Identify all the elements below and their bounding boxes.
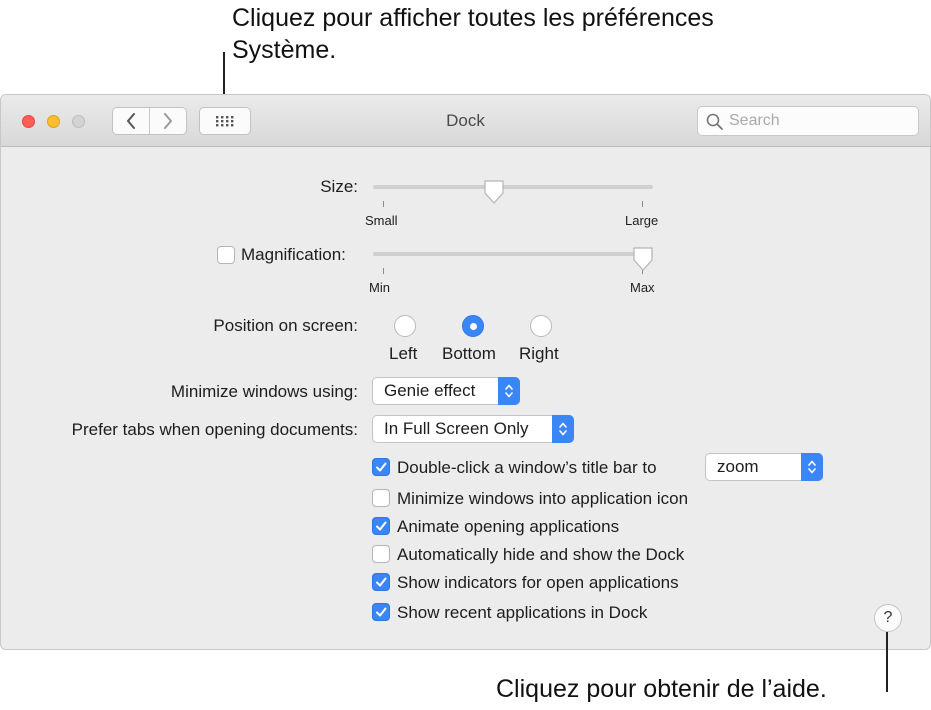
minimize-into-icon-label: Minimize windows into application icon (397, 489, 688, 509)
popup-arrows-icon (498, 377, 520, 405)
magnification-min-label: Min (369, 280, 390, 295)
search-field[interactable] (697, 106, 919, 136)
double-click-label: Double-click a window’s title bar to (397, 458, 657, 478)
magnification-slider-track[interactable] (373, 252, 653, 256)
size-slider-track[interactable] (373, 185, 653, 189)
autohide-dock-label: Automatically hide and show the Dock (397, 545, 684, 565)
help-button[interactable]: ? (874, 604, 902, 632)
size-label: Size: (201, 177, 358, 197)
callout-help: Cliquez pour obtenir de l’aide. (496, 673, 827, 705)
dock-preferences-window: Dock Size: Small Large Magnification: Mi… (0, 94, 931, 650)
double-click-checkbox[interactable] (372, 458, 390, 476)
popup-arrows-icon (552, 415, 574, 443)
show-recent-label: Show recent applications in Dock (397, 603, 647, 623)
position-bottom-radio[interactable] (462, 315, 484, 337)
animate-opening-label: Animate opening applications (397, 517, 619, 537)
minimize-into-icon-checkbox[interactable] (372, 489, 390, 507)
position-left-label: Left (389, 344, 417, 364)
double-click-action-value: zoom (717, 457, 759, 477)
checkmark-icon (375, 606, 387, 618)
magnification-label: Magnification: (241, 245, 346, 265)
magnification-max-label: Max (630, 280, 655, 295)
magnification-slider-thumb[interactable] (632, 246, 654, 272)
show-recent-checkbox[interactable] (372, 603, 390, 621)
checkmark-icon (375, 576, 387, 588)
size-slider-tick-max (642, 201, 643, 207)
minimize-effect-popup[interactable]: Genie effect (372, 377, 520, 405)
position-left-radio[interactable] (394, 315, 416, 337)
minimize-effect-value: Genie effect (384, 381, 475, 401)
size-max-label: Large (625, 213, 658, 228)
position-bottom-label: Bottom (442, 344, 496, 364)
position-right-label: Right (519, 344, 559, 364)
search-input[interactable] (729, 110, 909, 132)
title-bar: Dock (1, 95, 930, 147)
popup-arrows-icon (801, 453, 823, 481)
size-min-label: Small (365, 213, 398, 228)
prefer-tabs-popup[interactable]: In Full Screen Only (372, 415, 574, 443)
size-slider-thumb[interactable] (483, 179, 505, 205)
magnification-checkbox[interactable] (217, 246, 235, 264)
search-icon (706, 113, 724, 131)
size-slider-tick-min (383, 201, 384, 207)
show-indicators-checkbox[interactable] (372, 573, 390, 591)
callout-system-preferences: Cliquez pour afficher toutes les préfére… (232, 2, 752, 66)
position-label: Position on screen: (151, 316, 358, 336)
animate-opening-checkbox[interactable] (372, 517, 390, 535)
magnification-slider-tick-min (383, 268, 384, 274)
prefer-tabs-label: Prefer tabs when opening documents: (21, 420, 358, 440)
autohide-dock-checkbox[interactable] (372, 545, 390, 563)
minimize-label: Minimize windows using: (101, 382, 358, 402)
checkmark-icon (375, 461, 387, 473)
callout-leader-bottom (886, 632, 888, 692)
position-right-radio[interactable] (530, 315, 552, 337)
prefer-tabs-value: In Full Screen Only (384, 419, 529, 439)
double-click-action-popup[interactable]: zoom (705, 453, 823, 481)
checkmark-icon (375, 520, 387, 532)
show-indicators-label: Show indicators for open applications (397, 573, 679, 593)
